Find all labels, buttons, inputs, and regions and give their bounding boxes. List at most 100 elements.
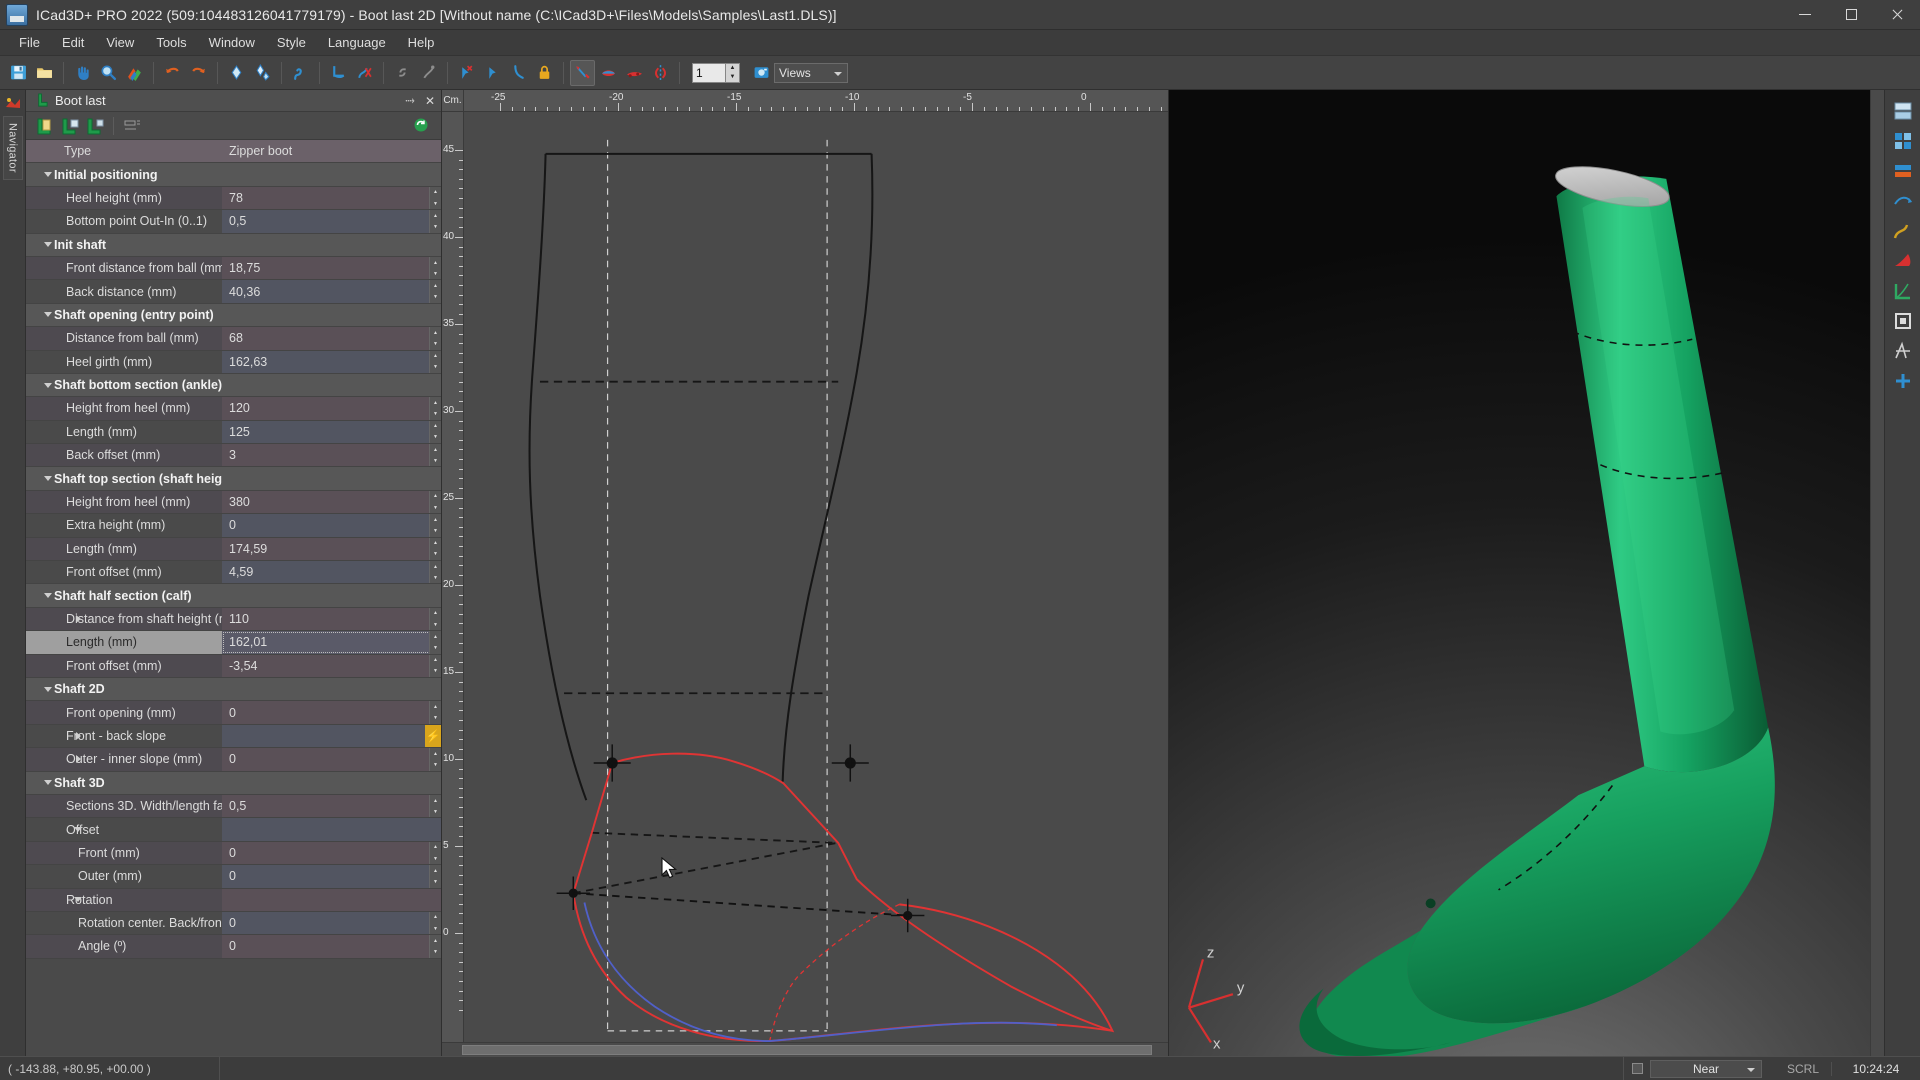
property-value[interactable]: -3,54 ▲ ▼ xyxy=(222,654,441,677)
property-row[interactable]: Distance from ball (mm) 68 ▲ ▼ xyxy=(26,327,441,351)
property-value[interactable]: 162,63 ▲ ▼ xyxy=(222,350,441,373)
value-stepper[interactable]: ▲ ▼ xyxy=(429,794,441,818)
grid-icon[interactable] xyxy=(1890,128,1916,154)
property-row[interactable]: Type Zipper boot xyxy=(26,140,441,164)
property-value[interactable]: 0 ▲ ▼ xyxy=(222,841,441,865)
property-value[interactable]: 0 ▲ ▼ xyxy=(222,701,441,724)
chevron-down-icon[interactable] xyxy=(38,234,58,256)
property-value[interactable]: 78 ▲ ▼ xyxy=(222,186,441,210)
scrollbar-thumb[interactable] xyxy=(462,1045,1152,1055)
property-value[interactable]: 110 ▲ ▼ xyxy=(222,607,441,631)
value-stepper[interactable]: ▲ ▼ xyxy=(429,748,441,771)
property-value[interactable] xyxy=(222,163,441,185)
property-row[interactable]: Bottom point Out-In (0..1) 0,5 ▲ ▼ xyxy=(26,210,441,234)
property-row[interactable]: Front offset (mm) -3,54 ▲ ▼ xyxy=(26,654,441,678)
value-stepper[interactable]: ▲ ▼ xyxy=(429,490,441,514)
property-row[interactable]: Length (mm) 125 ▲ ▼ xyxy=(26,420,441,445)
property-row[interactable]: Offset xyxy=(26,818,441,842)
property-group-row[interactable]: Shaft half section (calf) xyxy=(26,584,441,608)
value-stepper[interactable]: ▲ ▼ xyxy=(429,350,441,373)
property-row[interactable]: Sections 3D. Width/length factor 0,5 ▲▼ xyxy=(26,794,441,819)
curve-tool-icon[interactable] xyxy=(1890,218,1916,244)
value-stepper[interactable]: ▲ ▼ xyxy=(429,935,441,958)
open-folder-icon[interactable] xyxy=(32,60,57,86)
chevron-down-icon[interactable] xyxy=(68,889,88,911)
property-row[interactable]: Outer - inner slope (mm) 0 ▲ ▼ xyxy=(26,748,441,772)
viewport-3d-scrollbar[interactable] xyxy=(1870,90,1884,1056)
save-icon[interactable] xyxy=(6,60,31,86)
menu-item-help[interactable]: Help xyxy=(397,32,446,53)
refresh-icon[interactable] xyxy=(411,115,431,135)
value-stepper[interactable]: ▲ ▼ xyxy=(429,841,441,865)
property-row[interactable]: Back distance (mm) 40,36 ▲ ▼ xyxy=(26,280,441,304)
chevron-down-icon[interactable] xyxy=(38,467,58,489)
property-row[interactable]: Front distance from ball (mm) 18,75 ▲ ▼ xyxy=(26,256,441,281)
property-value[interactable]: 174,59 ▲ ▼ xyxy=(222,537,441,561)
property-value[interactable]: 3 ▲ ▼ xyxy=(222,444,441,467)
property-value[interactable]: 4,59 ▲ ▼ xyxy=(222,561,441,584)
menu-item-window[interactable]: Window xyxy=(198,32,266,53)
property-value[interactable]: 162,01 ▲ ▼ xyxy=(222,631,441,654)
menu-item-language[interactable]: Language xyxy=(317,32,397,53)
value-stepper[interactable]: ▲ ▼ xyxy=(429,701,441,724)
property-group-row[interactable]: Init shaft xyxy=(26,233,441,257)
property-group-row[interactable]: Shaft opening (entry point) xyxy=(26,303,441,328)
chevron-down-icon[interactable] xyxy=(68,818,88,840)
navigator-strip[interactable]: Navigator xyxy=(0,90,26,1056)
line-point-icon[interactable] xyxy=(570,59,595,86)
property-value[interactable] xyxy=(222,584,441,606)
value-stepper[interactable]: ▲ ▼ xyxy=(429,397,441,420)
chevron-down-icon[interactable] xyxy=(38,304,58,326)
point-select-icon[interactable] xyxy=(480,60,505,86)
value-stepper[interactable]: ▲ ▼ xyxy=(429,420,441,444)
property-value[interactable]: 125 ▲ ▼ xyxy=(222,420,441,444)
minimize-button[interactable] xyxy=(1782,0,1828,30)
close-panel-icon[interactable]: ✕ xyxy=(423,93,437,109)
lock-icon[interactable] xyxy=(532,60,557,86)
curve-icon[interactable] xyxy=(288,60,313,86)
value-stepper[interactable]: ▲ ▼ xyxy=(429,186,441,210)
drawing-canvas[interactable] xyxy=(464,112,1168,1042)
menu-item-tools[interactable]: Tools xyxy=(145,32,197,53)
value-stepper[interactable]: ▲ ▼ xyxy=(429,444,441,467)
undo-icon[interactable] xyxy=(160,60,185,86)
property-row[interactable]: Distance from shaft height (mm) 110 ▲▼ xyxy=(26,607,441,632)
link-icon[interactable] xyxy=(390,60,415,86)
close-button[interactable] xyxy=(1874,0,1920,30)
pin-icon[interactable]: ⤑ xyxy=(403,93,417,109)
add-icon[interactable] xyxy=(1890,368,1916,394)
property-value[interactable] xyxy=(222,772,441,794)
mirror-icon[interactable] xyxy=(648,60,673,86)
shoe-tool-icon[interactable] xyxy=(1890,248,1916,274)
property-value[interactable]: 120 ▲ ▼ xyxy=(222,397,441,420)
property-row[interactable]: Height from heel (mm) 120 ▲ ▼ xyxy=(26,397,441,421)
measure-icon[interactable] xyxy=(1890,188,1916,214)
property-group-row[interactable]: Initial positioning xyxy=(26,163,441,187)
step-input[interactable] xyxy=(692,62,726,83)
property-group-row[interactable]: Shaft 3D xyxy=(26,771,441,795)
camera-views-icon[interactable] xyxy=(749,60,774,86)
value-stepper[interactable]: ▲ ▼ xyxy=(429,210,441,233)
property-row[interactable]: Front - back slope ⚡ xyxy=(26,724,441,749)
property-value[interactable] xyxy=(222,304,441,326)
chevron-down-icon[interactable] xyxy=(38,584,58,606)
menu-item-view[interactable]: View xyxy=(95,32,145,53)
shell-icon[interactable] xyxy=(596,60,621,86)
viewport-3d[interactable]: z y x xyxy=(1168,90,1884,1059)
property-row[interactable]: Heel girth (mm) 162,63 ▲ ▼ xyxy=(26,350,441,374)
property-value[interactable] xyxy=(222,234,441,256)
property-group-row[interactable]: Shaft top section (shaft height) xyxy=(26,467,441,491)
property-value[interactable] xyxy=(222,467,441,489)
property-value[interactable]: Zipper boot xyxy=(222,140,441,162)
property-value[interactable]: 0 ▲ ▼ xyxy=(222,748,441,771)
property-row[interactable]: Length (mm) 162,01 ▲ ▼ xyxy=(26,631,441,655)
value-stepper[interactable]: ▲ ▼ xyxy=(429,256,441,280)
status-checkbox[interactable] xyxy=(1624,1057,1650,1080)
value-stepper[interactable]: ▲ ▼ xyxy=(429,607,441,631)
chevron-right-icon[interactable] xyxy=(68,725,88,747)
property-value[interactable]: 0 ▲ ▼ xyxy=(222,935,441,958)
last-profile-icon[interactable] xyxy=(326,60,351,86)
property-row[interactable]: Front (mm) 0 ▲ ▼ xyxy=(26,841,441,866)
value-stepper[interactable]: ▲ ▼ xyxy=(429,911,441,935)
property-row[interactable]: Extra height (mm) 0 ▲ ▼ xyxy=(26,514,441,538)
